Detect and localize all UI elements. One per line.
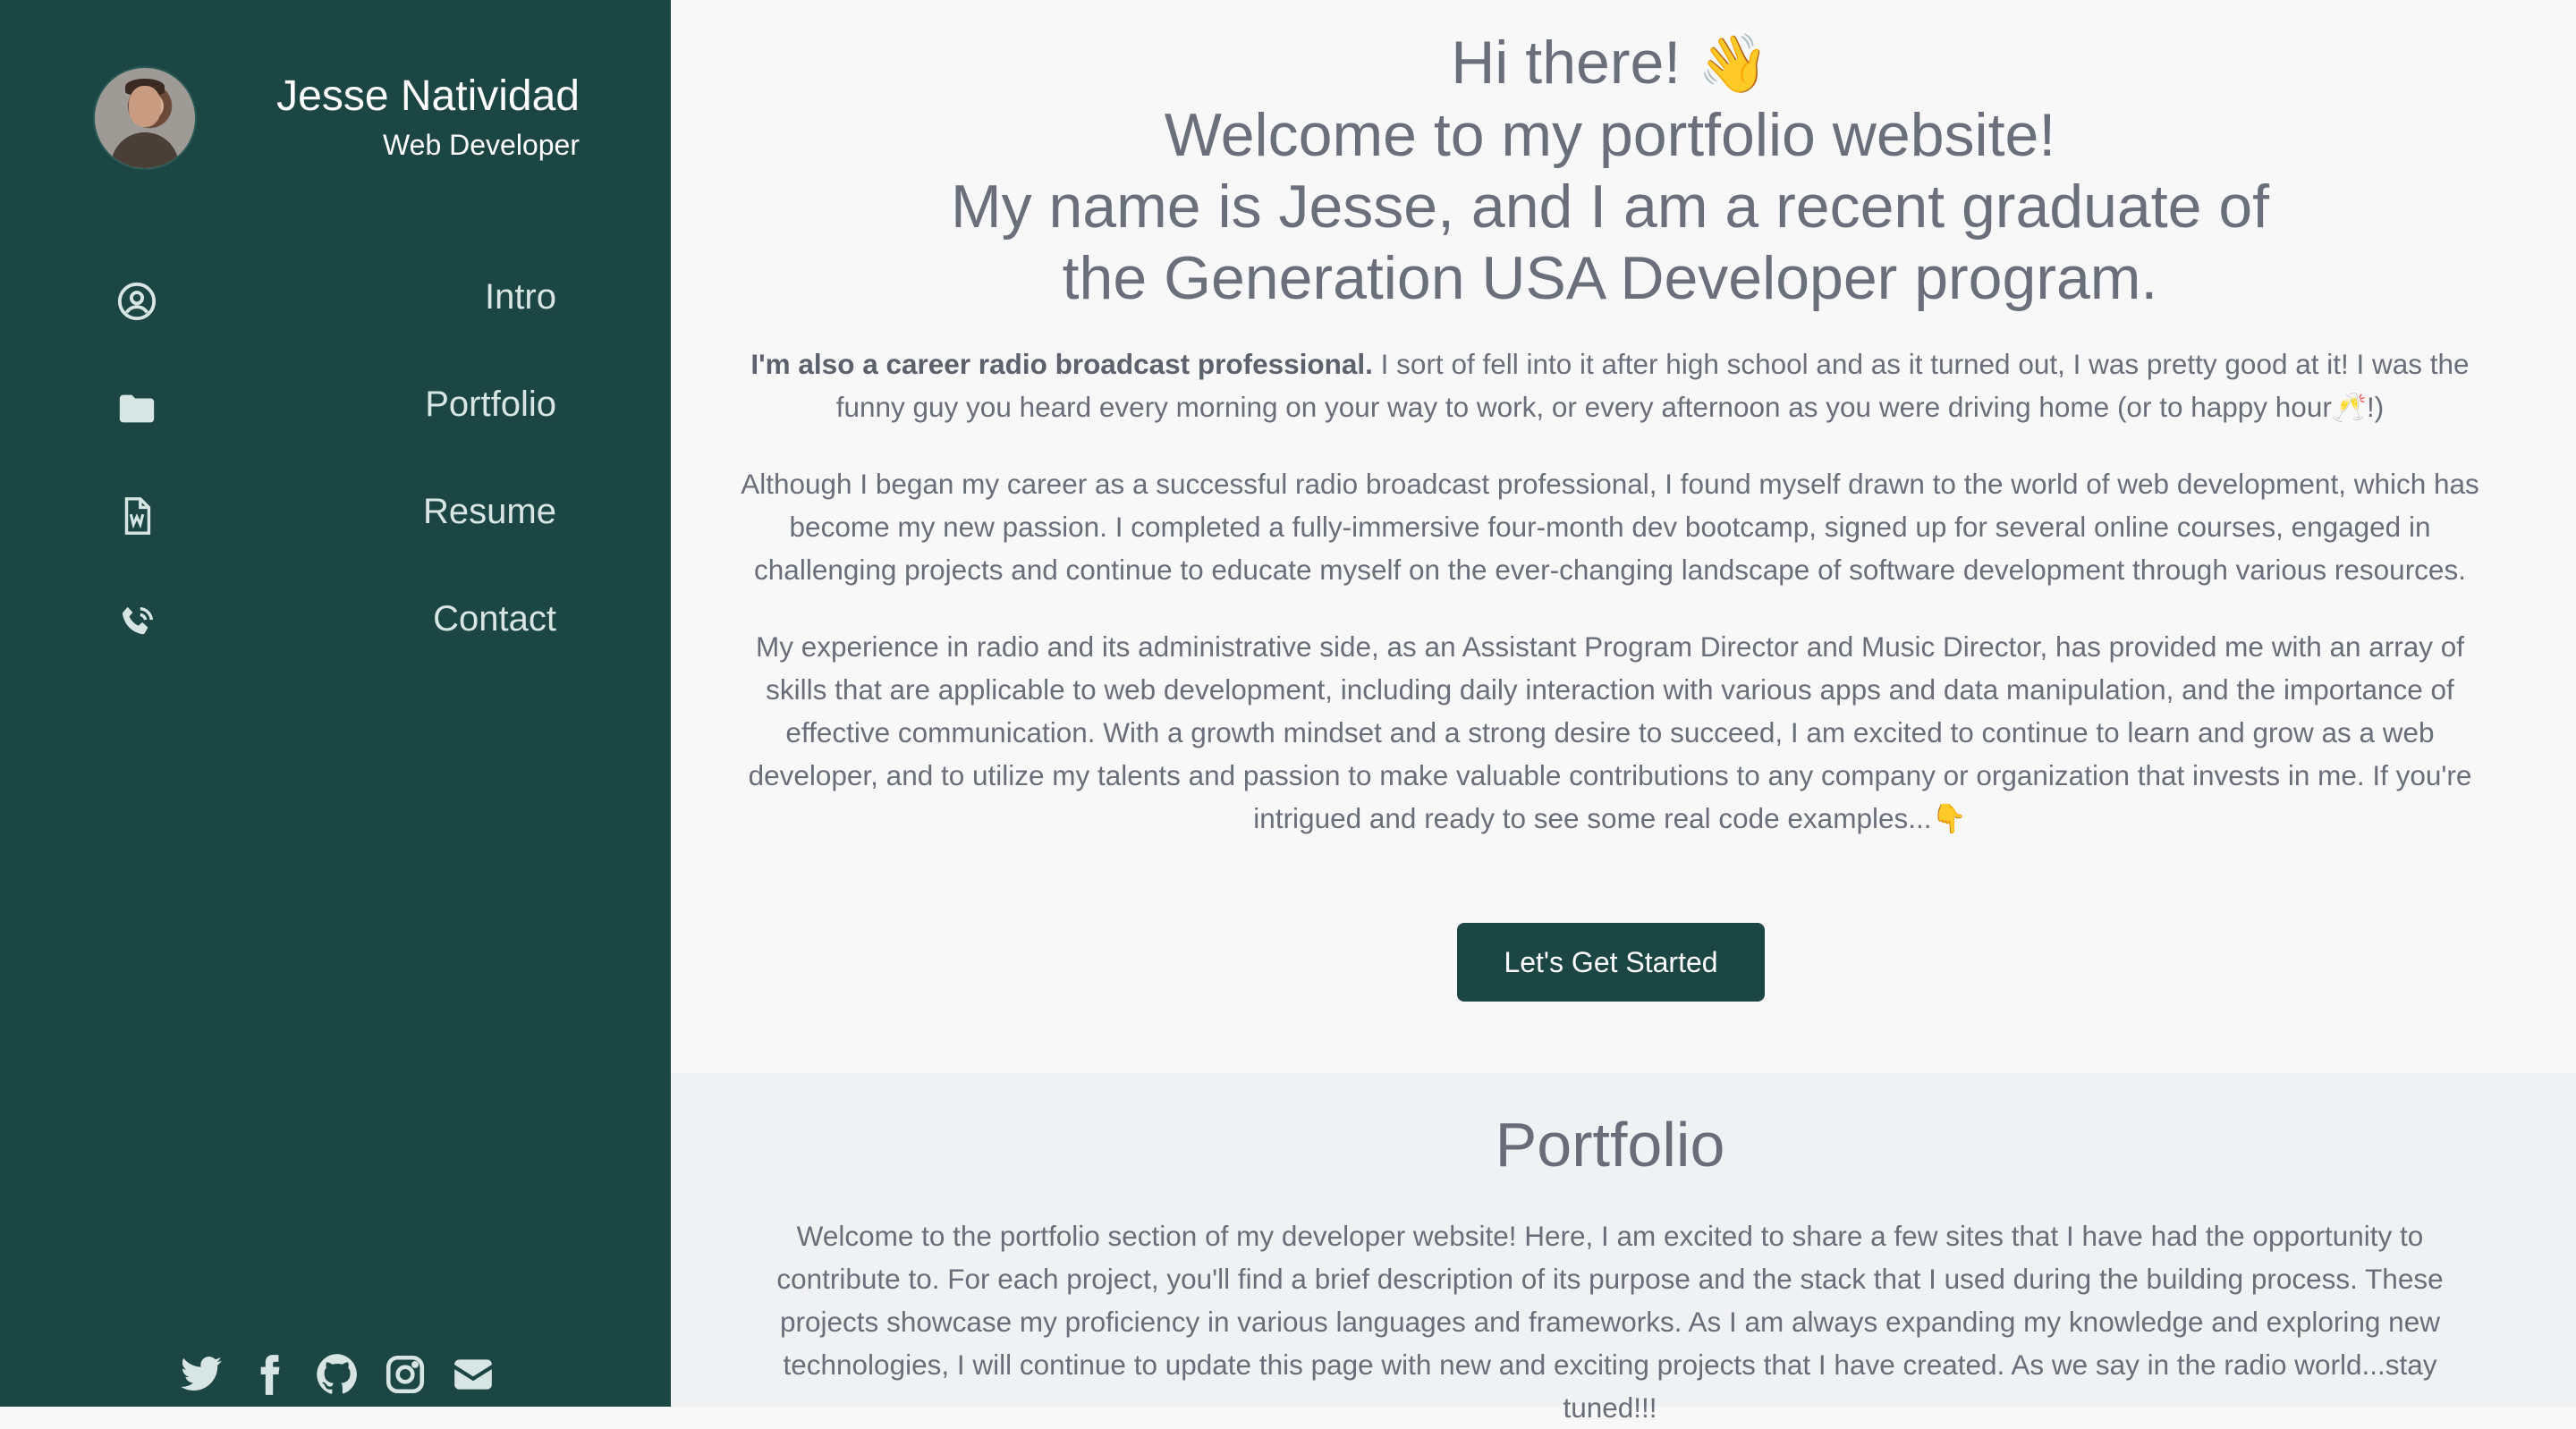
intro-name-line: My name is Jesse, and I am a recent grad… (950, 173, 2270, 241)
user-circle-icon (116, 281, 157, 322)
social-links (179, 1352, 496, 1399)
sidebar-item-label: Intro (484, 277, 556, 317)
sidebar-item-label: Contact (433, 599, 556, 638)
sidebar-item-resume[interactable]: Resume (0, 474, 671, 581)
main-content: Hi there! 👋 Welcome to my portfolio webs… (671, 0, 2576, 1424)
get-started-button[interactable]: Let's Get Started (1457, 923, 1765, 1002)
profile-header: Jesse Natividad Web Developer (93, 66, 580, 170)
intro-paragraph-1: I'm also a career radio broadcast profes… (724, 342, 2496, 428)
sidebar-item-intro[interactable]: Intro (0, 259, 671, 367)
facebook-icon[interactable] (247, 1352, 292, 1397)
phone-icon (116, 603, 157, 644)
intro-paragraphs: I'm also a career radio broadcast profes… (724, 342, 2496, 874)
sidebar-item-label: Resume (423, 492, 556, 531)
intro-program-line: the Generation USA Developer program. (1062, 244, 2158, 312)
portfolio-title: Portfolio (1495, 1110, 1725, 1180)
intro-paragraph-1-bold: I'm also a career radio broadcast profes… (750, 348, 1373, 380)
profile-role: Web Developer (383, 129, 580, 161)
profile-name: Jesse Natividad (276, 72, 580, 120)
twitter-icon[interactable] (179, 1352, 224, 1397)
intro-heading: Hi there! 👋 Welcome to my portfolio webs… (671, 27, 2549, 314)
sidebar-item-contact[interactable]: Contact (0, 581, 671, 689)
intro-paragraph-3: My experience in radio and its administr… (748, 630, 2472, 834)
envelope-icon[interactable] (451, 1352, 496, 1397)
waving-hand-icon: 👋 (1698, 31, 1769, 96)
word-document-icon (116, 495, 157, 537)
intro-paragraph-2: Although I began my career as a successf… (741, 468, 2479, 586)
intro-welcome: Welcome to my portfolio website! (1164, 101, 2056, 169)
github-icon[interactable] (315, 1352, 360, 1397)
sidebar-item-label: Portfolio (425, 385, 556, 424)
sidebar: Jesse Natividad Web Developer Intro Port… (0, 0, 671, 1407)
instagram-icon[interactable] (383, 1352, 428, 1397)
intro-greeting: Hi there! (1451, 29, 1682, 97)
portfolio-intro-text: Welcome to the portfolio section of my d… (776, 1220, 2444, 1424)
avatar (93, 66, 197, 170)
sidebar-item-portfolio[interactable]: Portfolio (0, 367, 671, 474)
sidebar-nav: Intro Portfolio Resume Contact (0, 259, 671, 689)
portfolio-section: Portfolio Welcome to the portfolio secti… (671, 1073, 2576, 1424)
folder-icon (116, 388, 157, 429)
intro-section: Hi there! 👋 Welcome to my portfolio webs… (671, 0, 2576, 1073)
